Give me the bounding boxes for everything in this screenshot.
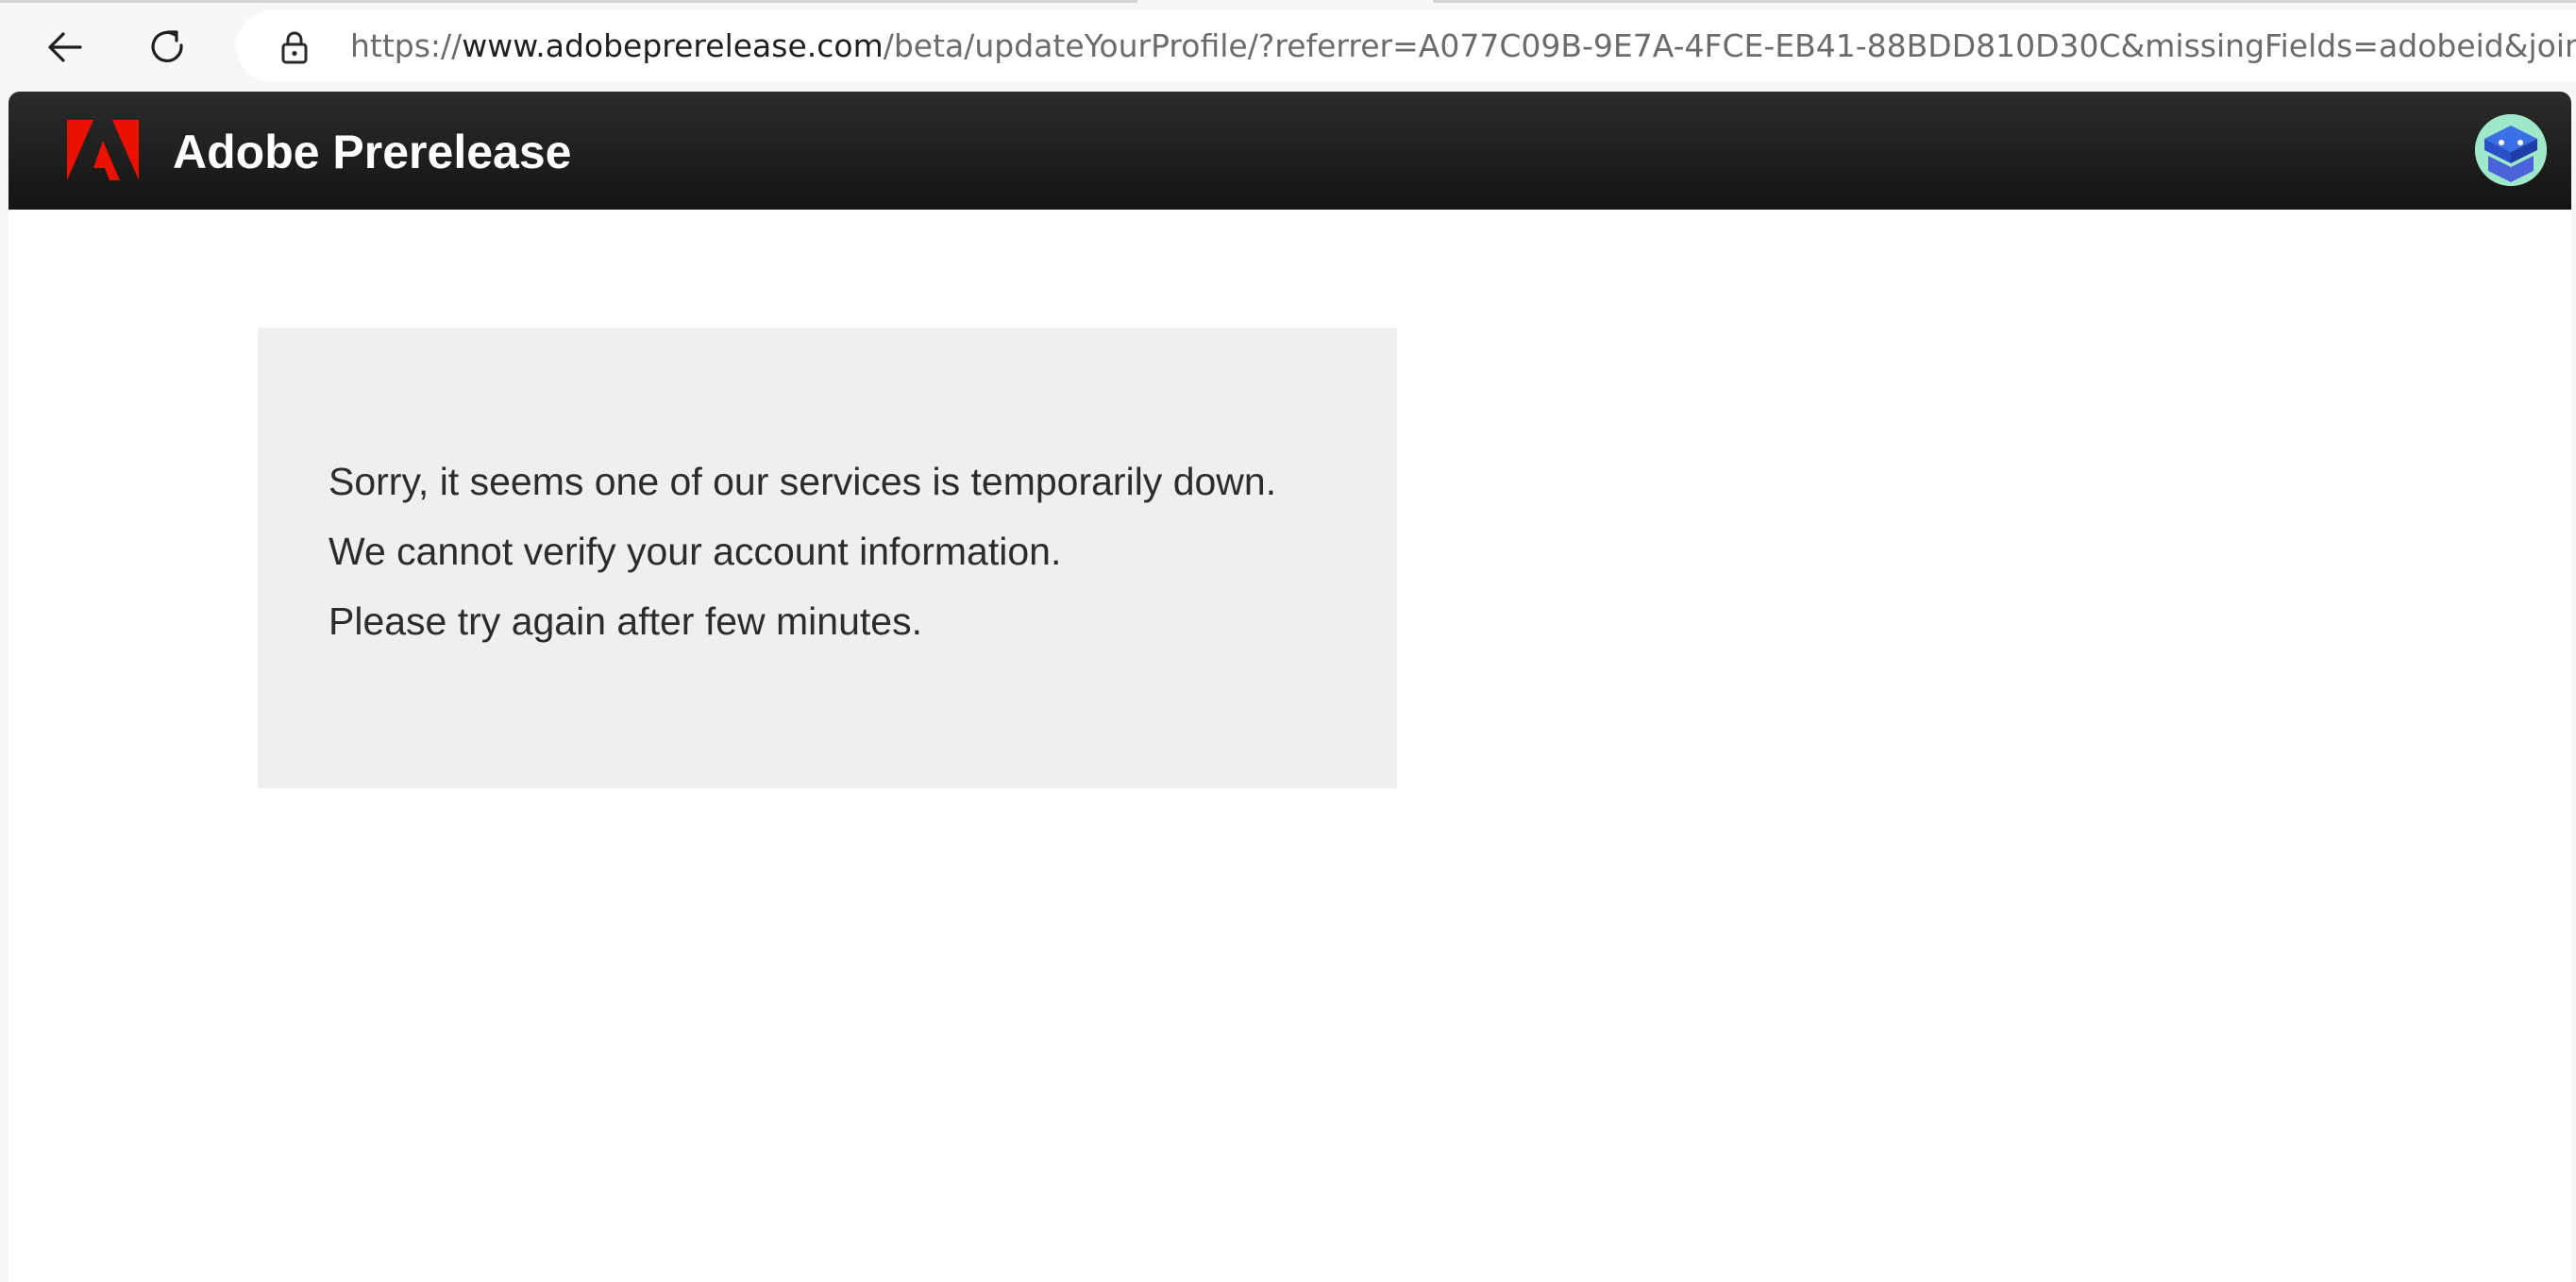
site-title[interactable]: Adobe Prerelease	[173, 92, 571, 210]
web-page: Adobe Prerelease Sorry, it seems one of …	[8, 92, 2571, 1282]
error-line: Sorry, it seems one of our services is t…	[328, 460, 1277, 503]
user-avatar-icon	[2475, 114, 2547, 186]
adobe-logo-icon[interactable]	[67, 120, 139, 180]
address-bar[interactable]: https://www.adobeprerelease.com/beta/upd…	[236, 10, 2576, 82]
error-message-box: Sorry, it seems one of our services is t…	[258, 328, 1397, 788]
tab-strip-edge	[0, 0, 1137, 3]
user-avatar[interactable]	[2475, 114, 2547, 186]
lock-icon[interactable]	[276, 28, 313, 66]
site-header: Adobe Prerelease	[8, 92, 2571, 210]
url-scheme: https://	[350, 27, 463, 64]
reload-button[interactable]	[134, 13, 202, 81]
url-path: /beta/updateYourProfile/?referrer=A077C0…	[883, 27, 2576, 64]
back-button[interactable]	[31, 13, 99, 81]
arrow-left-icon	[48, 32, 82, 62]
error-line: Please try again after few minutes.	[328, 599, 922, 643]
url-text[interactable]: https://www.adobeprerelease.com/beta/upd…	[350, 10, 2576, 82]
error-line: We cannot verify your account informatio…	[328, 530, 1062, 573]
url-domain: www.adobeprerelease.com	[462, 27, 884, 64]
tab-strip-edge	[1433, 0, 2576, 3]
browser-toolbar: https://www.adobeprerelease.com/beta/upd…	[0, 0, 2576, 92]
reload-icon	[151, 30, 183, 62]
